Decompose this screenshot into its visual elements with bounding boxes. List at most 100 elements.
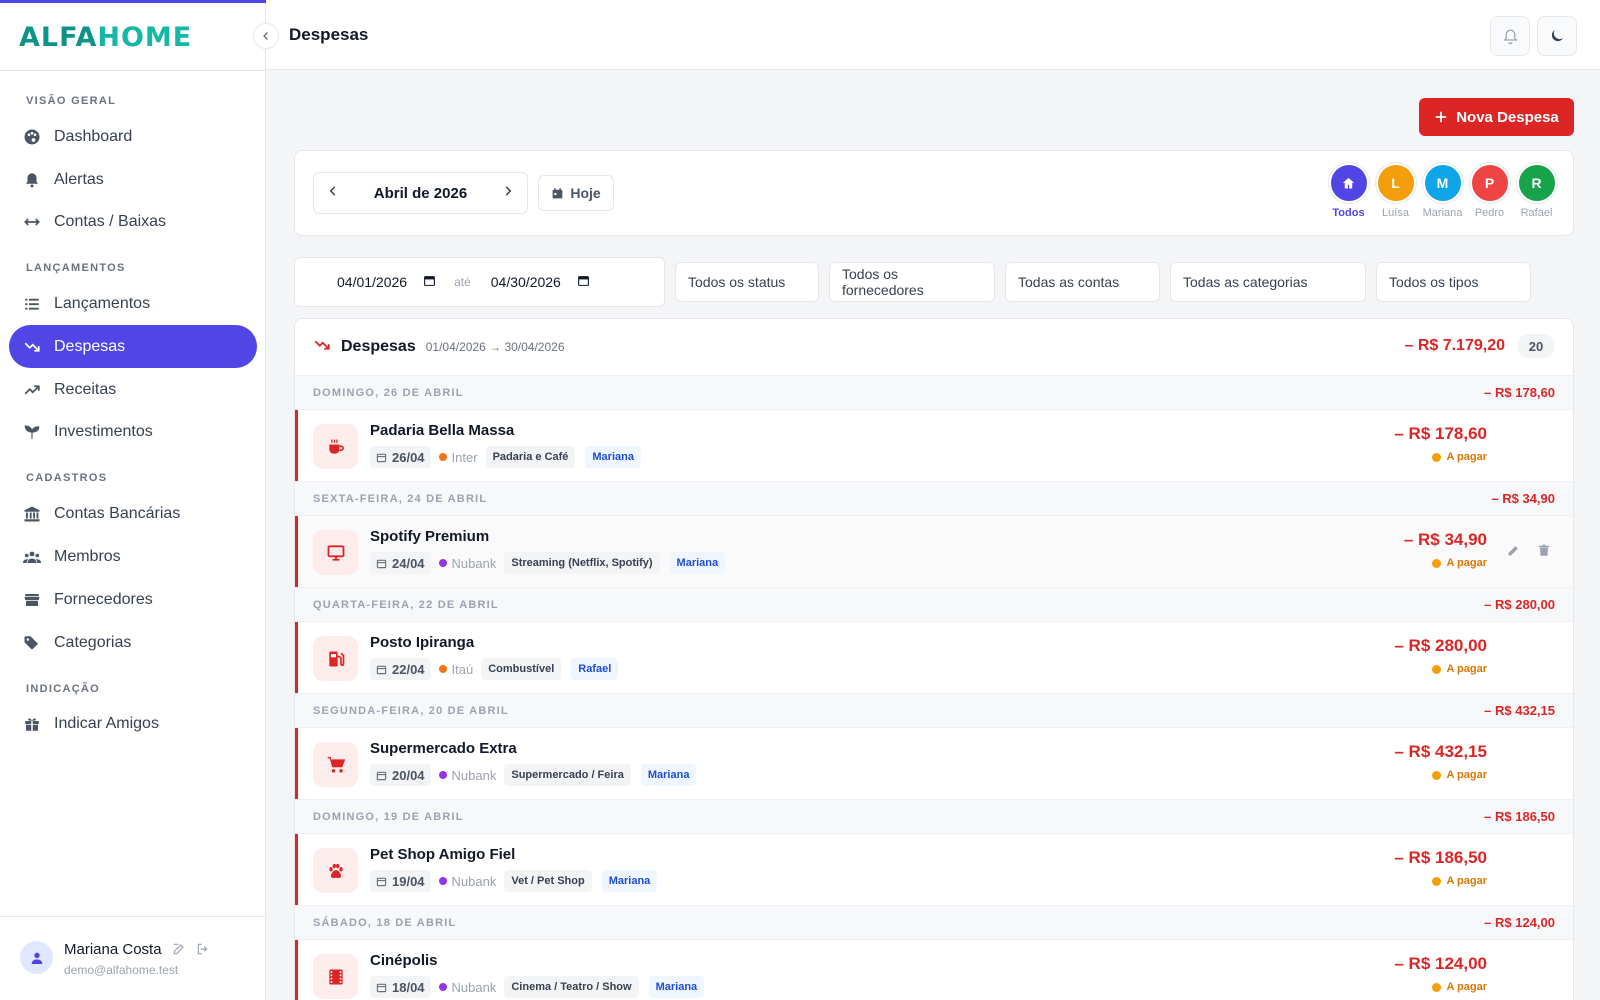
category-filter-select[interactable]: Todas as categorias	[1170, 262, 1366, 302]
member-filter-rafael[interactable]: R Rafael	[1516, 163, 1557, 219]
group-date: DOMINGO, 26 DE ABRIL	[313, 386, 464, 399]
supplier-filter-select[interactable]: Todos os fornecedores	[829, 262, 995, 302]
account-filter-select[interactable]: Todas as contas	[1005, 262, 1160, 302]
expense-member-chip: Rafael	[571, 658, 619, 680]
expense-category-chip: Streaming (Netflix, Spotify)	[504, 552, 660, 574]
sidebar-item-fornecedores[interactable]: Fornecedores	[9, 578, 257, 621]
list-total: – R$ 7.179,20	[1404, 337, 1505, 354]
expense-amount: – R$ 178,60	[1394, 424, 1487, 443]
edit-icon[interactable]	[1506, 543, 1521, 563]
sidebar-item-contas-bancarias[interactable]: Contas Bancárias	[9, 492, 257, 535]
today-button[interactable]: Hoje	[538, 175, 614, 211]
group-date: QUARTA-FEIRA, 22 DE ABRIL	[313, 598, 499, 611]
chevron-left-icon	[263, 32, 268, 40]
calendar-icon	[376, 665, 387, 674]
moon-icon	[1551, 30, 1563, 42]
sidebar-item-indicar-amigos[interactable]: Indicar Amigos	[9, 702, 257, 745]
group-sum: – R$ 186,50	[1484, 809, 1555, 824]
expense-date-chip: 22/04	[370, 658, 431, 680]
sidebar-item-despesas[interactable]: Despesas	[9, 325, 257, 368]
member-avatar: R	[1516, 163, 1557, 203]
expense-name: Spotify Premium	[370, 528, 490, 545]
member-name: Todos	[1332, 207, 1365, 219]
expense-meta: 26/04 Inter Padaria e Café Mariana	[370, 446, 641, 468]
list-item[interactable]: Pet Shop Amigo Fiel 19/04 Nubank Vet / P…	[295, 834, 1573, 905]
section-label-indicacao: INDICAÇÃO	[26, 683, 101, 695]
sidebar-item-contas-baixas[interactable]: Contas / Baixas	[9, 200, 257, 243]
date-group: DOMINGO, 26 DE ABRIL – R$ 178,60 Padaria…	[295, 375, 1573, 481]
list-count-badge: 20	[1517, 334, 1555, 358]
expense-member-chip: Mariana	[601, 870, 658, 892]
expense-category-chip: Vet / Pet Shop	[504, 870, 592, 892]
member-filter-luisa[interactable]: L Luísa	[1375, 163, 1416, 219]
sidebar-item-label: Contas Bancárias	[54, 504, 181, 522]
expense-date-chip: 24/04	[370, 552, 431, 574]
list-item[interactable]: Supermercado Extra 20/04 Nubank Supermer…	[295, 728, 1573, 799]
expense-date-chip: 20/04	[370, 764, 431, 786]
list-date-range: 01/04/2026 → 30/04/2026	[425, 340, 565, 354]
sidebar-item-dashboard[interactable]: Dashboard	[9, 115, 257, 158]
date-to-input[interactable]: 04/30/2026	[491, 274, 561, 290]
expense-amount: – R$ 34,90	[1403, 530, 1487, 549]
section-label-cadastros: CADASTROS	[26, 472, 108, 484]
member-filter-pedro[interactable]: P Pedro	[1469, 163, 1510, 219]
date-from-input[interactable]: 04/01/2026	[337, 274, 407, 290]
avatar[interactable]	[20, 941, 53, 974]
expense-meta: 22/04 Itaú Combustível Rafael	[370, 658, 619, 680]
calendar-icon[interactable]	[423, 274, 436, 290]
calendar-icon	[376, 771, 387, 780]
member-avatar: L	[1375, 163, 1416, 203]
bell-icon	[1503, 28, 1517, 44]
sidebar-item-lancamentos[interactable]: Lançamentos	[9, 282, 257, 325]
expense-date-chip: 19/04	[370, 870, 431, 892]
member-filter-todos[interactable]: Todos	[1328, 163, 1369, 219]
month-navigator: Abril de 2026	[313, 172, 528, 214]
sidebar-item-label: Lançamentos	[54, 294, 151, 312]
sidebar-item-alertas[interactable]: Alertas	[9, 158, 257, 201]
sidebar-item-investimentos[interactable]: Investimentos	[9, 410, 257, 453]
logout-icon[interactable]	[196, 942, 210, 961]
chevron-right-icon[interactable]	[501, 184, 515, 203]
calendar-icon[interactable]	[577, 274, 590, 290]
date-group: DOMINGO, 19 DE ABRIL – R$ 186,50 Pet Sho…	[295, 799, 1573, 905]
sidebar-item-label: Fornecedores	[54, 590, 153, 608]
sidebar-item-label: Dashboard	[54, 127, 133, 145]
dark-mode-toggle[interactable]	[1537, 16, 1577, 56]
member-filter-mariana[interactable]: M Mariana	[1422, 163, 1463, 219]
list-item[interactable]: Posto Ipiranga 22/04 Itaú Combustível Ra…	[295, 622, 1573, 693]
trending-down-icon	[23, 338, 41, 356]
sidebar-item-membros[interactable]: Membros	[9, 535, 257, 578]
expenses-list: Despesas 01/04/2026 → 30/04/2026 – R$ 7.…	[294, 318, 1574, 1000]
sidebar-item-categorias[interactable]: Categorias	[9, 621, 257, 664]
group-date: SEXTA-FEIRA, 24 DE ABRIL	[313, 492, 488, 505]
arrows-horizontal-icon	[23, 213, 41, 231]
date-group: SEXTA-FEIRA, 24 DE ABRIL – R$ 34,90 Spot…	[295, 481, 1573, 587]
fuel-icon	[313, 636, 358, 681]
group-sum: – R$ 432,15	[1484, 703, 1555, 718]
home-icon	[1328, 163, 1369, 203]
status-filter-select[interactable]: Todos os status	[675, 262, 819, 302]
sprout-icon	[23, 423, 41, 441]
collapse-sidebar-button[interactable]	[253, 23, 279, 49]
type-filter-select[interactable]: Todos os tipos	[1376, 262, 1531, 302]
sidebar-item-receitas[interactable]: Receitas	[9, 368, 257, 411]
trash-icon[interactable]	[1537, 543, 1551, 563]
date-group-header: SEGUNDA-FEIRA, 20 DE ABRIL – R$ 432,15	[295, 693, 1573, 728]
tags-icon	[23, 634, 41, 652]
chevron-left-icon[interactable]	[326, 184, 340, 203]
notifications-button[interactable]	[1490, 16, 1530, 56]
today-label: Hoje	[570, 185, 601, 201]
gift-icon	[23, 715, 41, 733]
list-item[interactable]: Padaria Bella Massa 26/04 Inter Padaria …	[295, 410, 1573, 481]
group-sum: – R$ 124,00	[1484, 915, 1555, 930]
sidebar-item-label: Alertas	[54, 170, 104, 188]
new-expense-button[interactable]: Nova Despesa	[1419, 98, 1574, 136]
app-logo[interactable]: ALFAHOME	[19, 22, 192, 53]
status-badge: A pagar	[1432, 981, 1487, 993]
edit-profile-icon[interactable]	[172, 942, 186, 961]
group-date: SÁBADO, 18 DE ABRIL	[313, 916, 457, 929]
list-item[interactable]: Spotify Premium 24/04 Nubank Streaming (…	[295, 516, 1573, 587]
list-item[interactable]: Cinépolis 18/04 Nubank Cinema / Teatro /…	[295, 940, 1573, 1000]
group-date: DOMINGO, 19 DE ABRIL	[313, 810, 464, 823]
sidebar-item-label: Categorias	[54, 633, 132, 651]
